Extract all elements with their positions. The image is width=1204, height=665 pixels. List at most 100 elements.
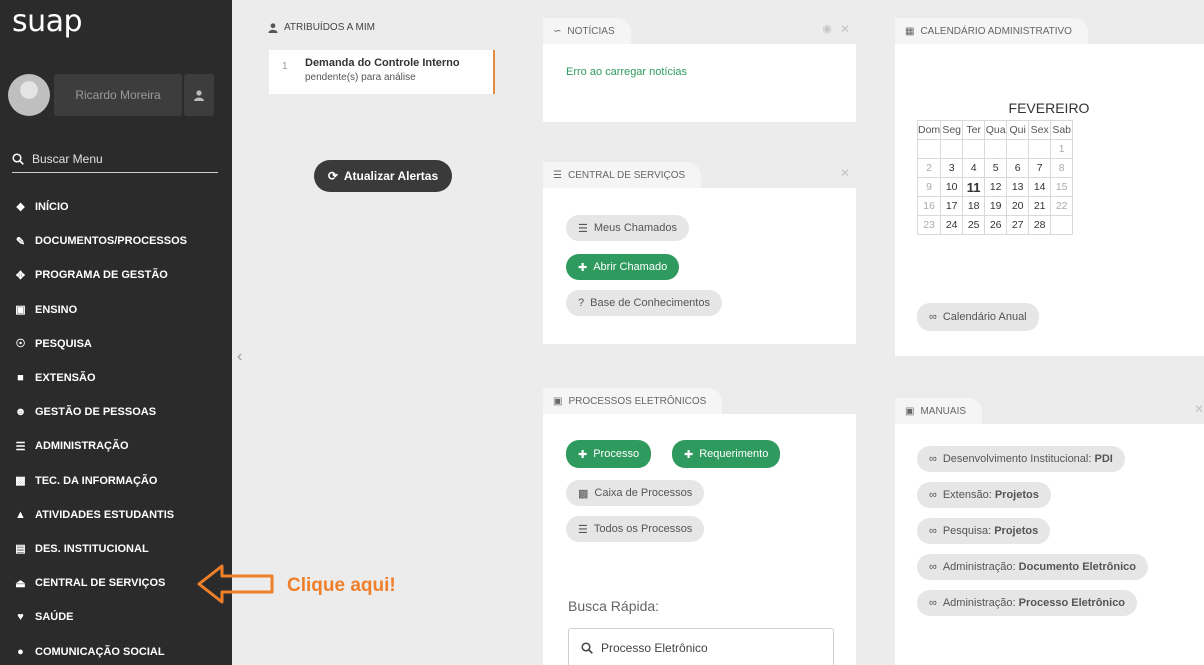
rss-icon: ∽ <box>553 25 562 37</box>
close-icon[interactable]: ✕ <box>840 166 850 180</box>
document-icon: ✎ <box>15 235 26 248</box>
menu-item-administracao[interactable]: ☰ ADMINISTRAÇÃO <box>0 429 232 463</box>
calendar-day[interactable]: 12 <box>984 177 1008 197</box>
calendar-week: 23 24 25 26 27 28 <box>916 215 1074 235</box>
menu-item-ensino[interactable]: ▣ ENSINO <box>0 293 232 327</box>
alert-item[interactable]: 1 Demanda do Controle Interno pendente(s… <box>269 50 495 94</box>
menu-item-programa-gestao[interactable]: ✥ PROGRAMA DE GESTÃO <box>0 258 232 292</box>
weekday-header: Dom <box>916 120 942 140</box>
calendar-month: FEVEREIRO <box>1008 100 1090 116</box>
calendar-day[interactable]: 7 <box>1028 158 1052 178</box>
link-icon: ∞ <box>929 311 937 323</box>
close-icon[interactable]: ✕ <box>1194 402 1204 416</box>
new-request-button[interactable]: ✚ Requerimento <box>672 440 781 468</box>
my-tickets-button[interactable]: ☰ Meus Chamados <box>566 215 690 241</box>
user-name[interactable]: Ricardo Moreira <box>54 74 182 116</box>
quick-search-input[interactable] <box>601 641 821 655</box>
calendar-day[interactable]: 18 <box>962 196 986 216</box>
menu-item-tec-informacao[interactable]: ▩ TEC. DA INFORMAÇÃO <box>0 464 232 498</box>
link-icon: ∞ <box>929 489 937 501</box>
calendar-day[interactable]: 20 <box>1006 196 1030 216</box>
user-box: Ricardo Moreira <box>8 74 214 116</box>
calendar-day[interactable]: 23 <box>916 215 942 235</box>
link-icon: ∞ <box>929 453 937 465</box>
calendar-day[interactable]: 4 <box>962 158 986 178</box>
user-icon <box>268 22 278 33</box>
new-process-button[interactable]: ✚ Processo <box>566 440 652 468</box>
menu-item-documentos[interactable]: ✎ DOCUMENTOS/PROCESSOS <box>0 224 232 258</box>
question-icon: ? <box>578 297 585 309</box>
quick-search-label: Busca Rápida: <box>568 598 660 614</box>
heart-icon: ♥ <box>17 611 24 624</box>
link-icon: ∞ <box>929 561 937 573</box>
plus-icon: ✚ <box>578 261 588 274</box>
news-error: Erro ao carregar notícias <box>566 66 688 78</box>
processes-card-title: ▣ PROCESSOS ELETRÔNICOS <box>543 388 723 414</box>
calendar-day[interactable]: 6 <box>1006 158 1030 178</box>
app-logo[interactable]: suap <box>12 4 83 39</box>
calendar-week: 1 <box>916 139 1074 159</box>
list-icon: ☰ <box>15 440 26 453</box>
manual-link[interactable]: ∞ Desenvolvimento Institucional: PDI <box>917 446 1125 472</box>
menu-item-des-institucional[interactable]: ▤ DES. INSTITUCIONAL <box>0 532 232 566</box>
calendar-day[interactable]: 16 <box>916 196 942 216</box>
menu-item-comunicacao-social[interactable]: ● COMUNICAÇÃO SOCIAL <box>0 634 232 665</box>
refresh-alerts-button[interactable]: ⟳ Atualizar Alertas <box>314 160 452 192</box>
menu-search-input[interactable] <box>32 151 202 166</box>
list-icon: ☰ <box>578 523 588 536</box>
manuals-card: ▣ MANUAIS ✕ ∞ Desenvolvimento Institucion… <box>895 398 1204 665</box>
calendar-day[interactable]: 9 <box>916 177 942 197</box>
link-icon: ∞ <box>929 525 937 537</box>
calendar-day[interactable]: 21 <box>1028 196 1052 216</box>
close-icon[interactable]: ✕ <box>840 22 850 36</box>
manual-link[interactable]: ∞ Administração: Processo Eletrônico <box>917 590 1138 616</box>
process-inbox-button[interactable]: ▩ Caixa de Processos <box>566 480 705 506</box>
calendar-day[interactable]: 3 <box>940 158 964 178</box>
calendar-day[interactable]: 27 <box>1006 215 1030 235</box>
calendar-day[interactable]: 25 <box>962 215 986 235</box>
calendar-day[interactable]: 10 <box>940 177 964 197</box>
management-icon: ✥ <box>15 269 26 282</box>
manual-link[interactable]: ∞ Pesquisa: Projetos <box>917 518 1051 544</box>
calendar-empty-cell <box>984 139 1008 159</box>
calendar-day[interactable]: 1 <box>1050 139 1074 159</box>
calendar-day[interactable]: 13 <box>1006 177 1030 197</box>
menu-item-pesquisa[interactable]: ☉ PESQUISA <box>0 327 232 361</box>
calendar-day[interactable]: 19 <box>984 196 1008 216</box>
menu-item-atividades-estudantis[interactable]: ▲ ATIVIDADES ESTUDANTIS <box>0 498 232 532</box>
calendar-day[interactable]: 11 <box>962 177 986 197</box>
calendar-day[interactable]: 5 <box>984 158 1008 178</box>
calendar-day[interactable]: 26 <box>984 215 1008 235</box>
calendar-day[interactable]: 8 <box>1050 158 1074 178</box>
calendar-day[interactable]: 28 <box>1028 215 1052 235</box>
all-processes-button[interactable]: ☰ Todos os Processos <box>566 516 705 542</box>
menu-item-gestao-pessoas[interactable]: ☻ GESTÃO DE PESSOAS <box>0 395 232 429</box>
calendar-day[interactable]: 22 <box>1050 196 1074 216</box>
calendar-day[interactable]: 15 <box>1050 177 1074 197</box>
calendar-weekdays: Dom Seg Ter Qua Qui Sex Sab <box>916 120 1074 140</box>
calendar-day[interactable]: 24 <box>940 215 964 235</box>
knowledge-base-button[interactable]: ? Base de Conhecimentos <box>566 290 722 316</box>
calendar-day[interactable]: 2 <box>916 158 942 178</box>
news-card: ∽ NOTÍCIAS ◉ ✕ Erro ao carregar notícias <box>543 18 856 122</box>
calendar-day[interactable]: 17 <box>940 196 964 216</box>
menu-item-extensao[interactable]: ■ EXTENSÃO <box>0 361 232 395</box>
alert-count: 1 <box>282 61 288 72</box>
quick-search-field[interactable] <box>568 628 834 665</box>
home-icon: ❖ <box>15 201 26 214</box>
chart-icon: ▤ <box>15 543 26 556</box>
weekday-header: Qui <box>1006 120 1030 140</box>
alert-title[interactable]: Demanda do Controle Interno <box>305 57 460 69</box>
annual-calendar-button[interactable]: ∞ Calendário Anual <box>917 303 1039 331</box>
avatar[interactable] <box>8 74 50 116</box>
weekday-header: Ter <box>962 120 986 140</box>
manual-link[interactable]: ∞ Extensão: Projetos <box>917 482 1051 508</box>
annotation-text: Clique aqui! <box>287 575 396 596</box>
open-ticket-button[interactable]: ✚ Abrir Chamado <box>566 254 680 280</box>
calendar-day[interactable]: 14 <box>1028 177 1052 197</box>
manual-link[interactable]: ∞ Administração: Documento Eletrônico <box>917 554 1148 580</box>
collapse-sidebar-icon[interactable]: ‹ <box>237 348 242 366</box>
menu-item-inicio[interactable]: ❖ INÍCIO <box>0 190 232 224</box>
eye-icon[interactable]: ◉ <box>822 22 832 35</box>
user-profile-button[interactable] <box>184 74 214 116</box>
